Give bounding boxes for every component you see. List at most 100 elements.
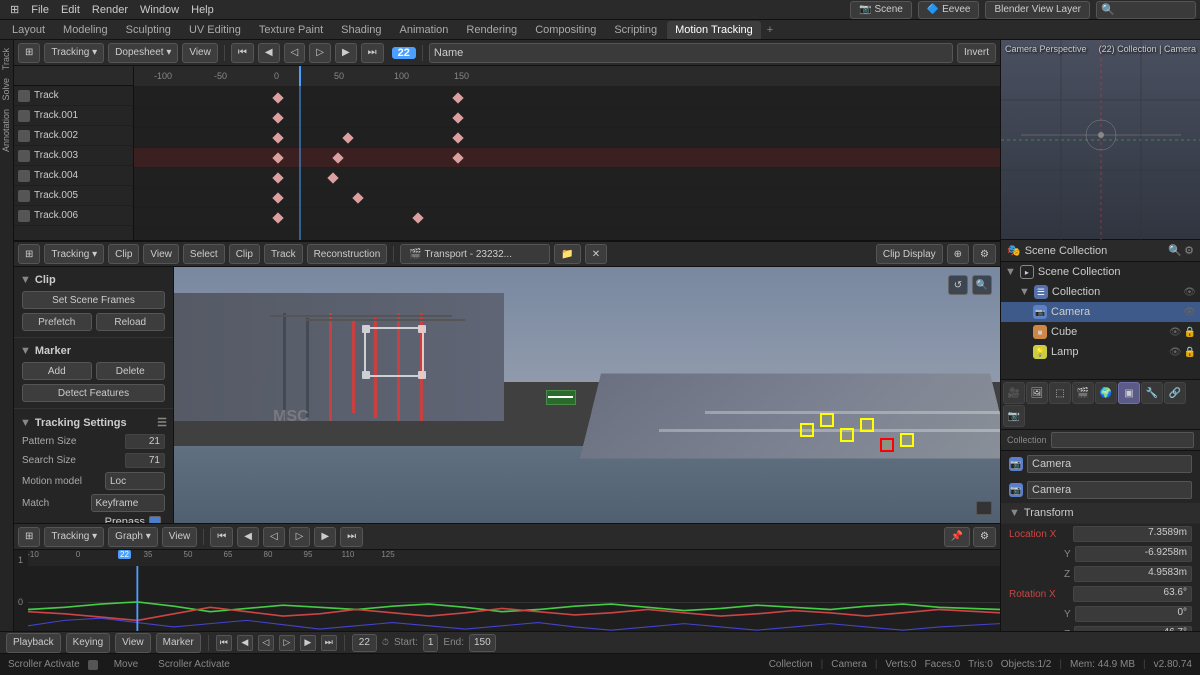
clip-view-btn[interactable]: View bbox=[143, 244, 179, 264]
menu-edit[interactable]: Edit bbox=[55, 0, 86, 19]
graph-frame-nav-3[interactable]: ◁ bbox=[263, 527, 285, 547]
prefetch-btn[interactable]: Prefetch bbox=[22, 313, 92, 331]
keying-btn[interactable]: Keying bbox=[66, 633, 111, 653]
graph-frame-nav-4[interactable]: ▷ bbox=[289, 527, 311, 547]
graph-frame-nav-5[interactable]: ▶ bbox=[314, 527, 336, 547]
tab-scripting[interactable]: Scripting bbox=[606, 21, 665, 39]
track-row-001[interactable]: Track.001 bbox=[14, 106, 133, 126]
menu-file[interactable]: File bbox=[25, 0, 55, 19]
tab-compositing[interactable]: Compositing bbox=[527, 21, 604, 39]
clip-editor-type-btn[interactable]: ⊞ bbox=[18, 244, 40, 264]
detect-features-btn[interactable]: Detect Features bbox=[22, 384, 165, 402]
play-btn[interactable]: ▷ bbox=[309, 43, 331, 63]
view-layer-selector[interactable]: Blender View Layer bbox=[985, 1, 1090, 19]
end-value[interactable]: 150 bbox=[469, 634, 496, 652]
jump-end-btn[interactable]: ⏭ bbox=[361, 43, 384, 63]
invert-btn[interactable]: Invert bbox=[957, 43, 996, 63]
tracking-settings-menu-icon[interactable]: ☰ bbox=[157, 416, 167, 429]
motion-model-dropdown[interactable]: Loc bbox=[105, 472, 165, 490]
prepass-checkbox[interactable] bbox=[149, 516, 161, 523]
pb-jump-start[interactable]: ⏮ bbox=[216, 635, 232, 651]
track-row-005[interactable]: Track.005 bbox=[14, 186, 133, 206]
camera-visibility[interactable]: 👁 bbox=[1183, 307, 1196, 318]
jump-start-btn[interactable]: ⏮ bbox=[231, 43, 254, 63]
graph-editor-btn[interactable]: ⊞ bbox=[18, 527, 40, 547]
clip-viewport[interactable]: MSC bbox=[174, 267, 1000, 523]
track-row-003[interactable]: Track.003 bbox=[14, 146, 133, 166]
next-key-btn[interactable]: ▶ bbox=[335, 43, 357, 63]
start-value[interactable]: 1 bbox=[423, 634, 439, 652]
graph-frame-nav-6[interactable]: ⏭ bbox=[340, 527, 363, 547]
view-btn-dopesheet[interactable]: View bbox=[182, 43, 218, 63]
outliner-scene-collection[interactable]: ▼ ▸ Scene Collection bbox=[1001, 262, 1200, 282]
tab-shading[interactable]: Shading bbox=[333, 21, 389, 39]
add-marker-btn[interactable]: Add bbox=[22, 362, 92, 380]
props-modifier-btn[interactable]: 🔧 bbox=[1141, 382, 1163, 404]
props-object-btn[interactable]: ▣ bbox=[1118, 382, 1140, 404]
loc-x-value[interactable]: 7.3589m bbox=[1073, 526, 1192, 542]
outliner-filter-icon[interactable]: 🔍 bbox=[1168, 244, 1182, 257]
menu-window[interactable]: Window bbox=[134, 0, 185, 19]
add-workspace-tab[interactable]: + bbox=[763, 24, 777, 36]
scroller-left[interactable]: Scroller Activate bbox=[8, 659, 80, 670]
render-engine-selector[interactable]: 🔷 Eevee bbox=[918, 1, 980, 19]
props-constraints-btn[interactable]: 🔗 bbox=[1164, 382, 1186, 404]
loc-y-value[interactable]: -6.9258m bbox=[1075, 546, 1192, 562]
props-output-btn[interactable]: 🖼 bbox=[1026, 382, 1048, 404]
menu-render[interactable]: Render bbox=[86, 0, 134, 19]
clip-tracking-mode-btn[interactable]: Tracking ▾ bbox=[44, 244, 104, 264]
viewport-zoom-btn[interactable]: 🔍 bbox=[972, 275, 992, 295]
tab-animation[interactable]: Animation bbox=[392, 21, 457, 39]
play-reverse-btn[interactable]: ◁ bbox=[284, 43, 306, 63]
marker-btn[interactable]: Marker bbox=[156, 633, 201, 653]
clip-view-settings-btn[interactable]: ⚙ bbox=[973, 244, 996, 264]
clip-folder-btn[interactable]: 📁 bbox=[554, 244, 580, 264]
tab-track[interactable]: Track bbox=[0, 44, 14, 74]
collection-visibility-icon[interactable]: 👁 bbox=[1183, 287, 1196, 298]
clip-display-btn[interactable]: Clip Display bbox=[876, 244, 943, 264]
pb-next-key[interactable]: ▶ bbox=[300, 635, 316, 651]
viewport-scroll-right[interactable] bbox=[976, 501, 992, 515]
tab-rendering[interactable]: Rendering bbox=[458, 21, 525, 39]
outliner-collection[interactable]: ▼ ☰ Collection 👁 bbox=[1001, 282, 1200, 302]
clip-reconstruction-btn[interactable]: Reconstruction bbox=[307, 244, 388, 264]
props-data-btn[interactable]: 📷 bbox=[1003, 405, 1025, 427]
playback-btn[interactable]: Playback bbox=[6, 633, 61, 653]
delete-marker-btn[interactable]: Delete bbox=[96, 362, 166, 380]
clip-section-header[interactable]: ▼ Clip bbox=[14, 271, 173, 289]
clip-overlay-btn[interactable]: ⊕ bbox=[947, 244, 969, 264]
camera-name-input[interactable] bbox=[1027, 455, 1192, 473]
graph-tracking-btn[interactable]: Tracking ▾ bbox=[44, 527, 104, 547]
dopesheet-mode-btn[interactable]: Dopesheet ▾ bbox=[108, 43, 178, 63]
tab-texture-paint[interactable]: Texture Paint bbox=[251, 21, 331, 39]
blender-icon[interactable]: ⊞ bbox=[4, 0, 25, 19]
tracking-mode-btn[interactable]: Tracking ▾ bbox=[44, 43, 104, 63]
props-world-btn[interactable]: 🌍 bbox=[1095, 382, 1117, 404]
tab-annotation[interactable]: Annotation bbox=[0, 105, 14, 156]
menu-help[interactable]: Help bbox=[185, 0, 220, 19]
rot-x-value[interactable]: 63.6° bbox=[1073, 586, 1192, 602]
tab-sculpting[interactable]: Sculpting bbox=[118, 21, 179, 39]
pb-next-frame[interactable]: ⏭ bbox=[321, 635, 337, 651]
transform-section-header[interactable]: ▼ Transform bbox=[1001, 503, 1200, 524]
props-render-btn[interactable]: 🎥 bbox=[1003, 382, 1025, 404]
pb-play[interactable]: ▷ bbox=[279, 635, 295, 651]
props-scene-btn[interactable]: 🎬 bbox=[1072, 382, 1094, 404]
frame-number-display[interactable]: 22 bbox=[352, 634, 377, 652]
pb-prev-frame[interactable]: ◀ bbox=[237, 635, 253, 651]
clip-view-mode-btn[interactable]: Clip bbox=[108, 244, 139, 264]
graph-mode-btn[interactable]: Graph ▾ bbox=[108, 527, 158, 547]
outliner-camera[interactable]: 📷 Camera 👁 bbox=[1001, 302, 1200, 322]
clip-name-display[interactable]: 🎬 Transport - 23232... bbox=[400, 244, 550, 264]
graph-view-btn[interactable]: View bbox=[162, 527, 198, 547]
loc-z-value[interactable]: 4.9583m bbox=[1074, 566, 1192, 582]
lamp-visibility[interactable]: 👁 bbox=[1169, 347, 1182, 358]
tab-layout[interactable]: Layout bbox=[4, 21, 53, 39]
clip-select-btn[interactable]: Select bbox=[183, 244, 225, 264]
viewport-orbit-btn[interactable]: ↺ bbox=[948, 275, 968, 295]
scene-selector[interactable]: 📷 Scene bbox=[850, 1, 912, 19]
dopesheet-timeline[interactable]: -100 -50 0 50 100 150 bbox=[134, 66, 1000, 240]
tracking-settings-header[interactable]: ▼ Tracking Settings ☰ bbox=[14, 413, 173, 432]
marker-section-header[interactable]: ▼ Marker bbox=[14, 342, 173, 360]
active-frame[interactable]: 22 bbox=[392, 47, 416, 59]
